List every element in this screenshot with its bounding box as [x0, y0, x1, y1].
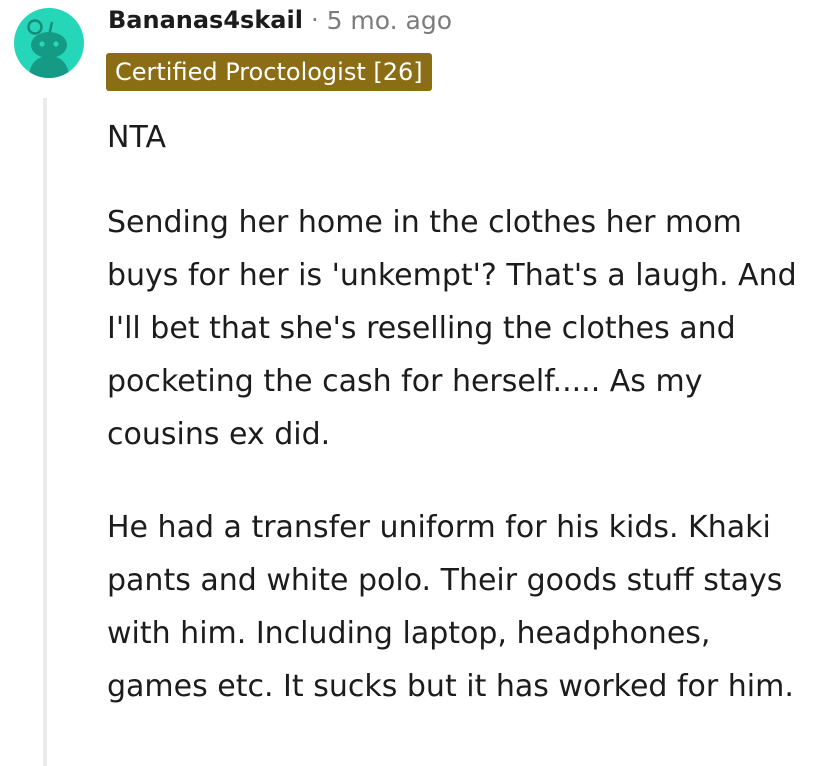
- snoo-avatar-icon: [27, 19, 69, 78]
- comment: Bananas4skail · 5 mo. ago Certified Proc…: [0, 0, 832, 766]
- meta-separator: ·: [310, 6, 319, 34]
- author-name[interactable]: Bananas4skail: [108, 6, 303, 34]
- comment-paragraph: He had a transfer uniform for his kids. …: [107, 510, 794, 704]
- comment-body: NTA Sending her home in the clothes her …: [107, 111, 819, 753]
- comment-meta: Bananas4skail · 5 mo. ago: [108, 3, 452, 37]
- thread-collapse-line[interactable]: [43, 98, 47, 766]
- comment-timestamp[interactable]: 5 mo. ago: [327, 6, 452, 35]
- comment-paragraph: NTA: [107, 120, 166, 155]
- user-avatar[interactable]: [14, 8, 84, 78]
- comment-paragraph: Sending her home in the clothes her mom …: [107, 205, 797, 452]
- user-flair: Certified Proctologist [26]: [106, 53, 432, 91]
